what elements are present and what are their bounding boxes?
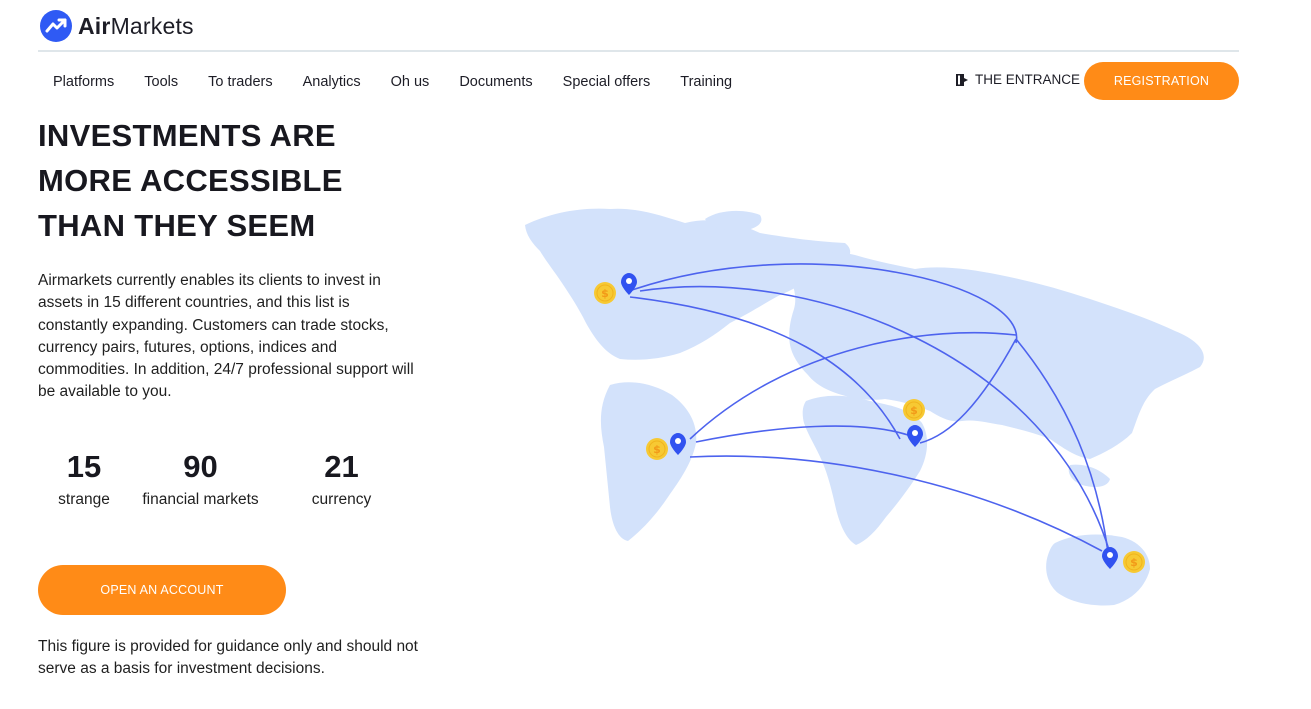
stat-currency: 21 currency: [271, 448, 412, 511]
nav-item-documents[interactable]: Documents: [459, 74, 532, 90]
svg-text:$: $: [910, 404, 918, 417]
stat-label: strange: [58, 491, 110, 508]
stat-label: currency: [311, 491, 372, 508]
door-enter-icon: [956, 73, 968, 86]
svg-text:$: $: [653, 443, 661, 456]
main-nav: Platforms Tools To traders Analytics Oh …: [38, 62, 762, 102]
hero-description: Airmarkets currently enables its clients…: [38, 272, 414, 401]
hero-title-line: INVESTMENTS ARE: [38, 118, 336, 153]
dollar-coin-icon: $: [903, 399, 925, 421]
stat-value: 21: [324, 449, 359, 484]
continent-south-america: [600, 382, 697, 541]
stat-value: 15: [66, 449, 102, 484]
svg-text:$: $: [1130, 556, 1138, 569]
svg-text:$: $: [601, 287, 609, 300]
open-account-button[interactable]: OPEN AN ACCOUNT: [38, 565, 286, 615]
stat-markets: 90 financial markets: [130, 448, 271, 511]
world-map-illustration: $ $ $ $: [525, 208, 1204, 606]
login-link[interactable]: THE ENTRANCE: [955, 72, 1080, 87]
site-header: AirMarkets: [38, 0, 1239, 52]
stat-value: 90: [183, 449, 218, 484]
trend-up-logo-icon: [40, 10, 72, 42]
nav-item-platforms[interactable]: Platforms: [53, 74, 114, 90]
nav-item-to-traders[interactable]: To traders: [208, 74, 272, 90]
login-label: THE ENTRANCE: [975, 72, 1081, 87]
dollar-coin-icon: $: [594, 282, 616, 304]
nav-item-analytics[interactable]: Analytics: [303, 74, 361, 90]
hero-title-line: MORE ACCESSIBLE: [38, 163, 343, 198]
stats-row: 15 strange 90 financial markets 21 curre…: [38, 448, 428, 511]
registration-button[interactable]: REGISTRATION: [1084, 62, 1239, 100]
stat-label: financial markets: [142, 491, 259, 508]
hero-title-line: THAN THEY SEEM: [38, 208, 316, 243]
dollar-coin-icon: $: [646, 438, 668, 460]
hero-title: INVESTMENTS ARE MORE ACCESSIBLE THAN THE…: [38, 113, 398, 248]
nav-item-special-offers[interactable]: Special offers: [563, 74, 651, 90]
nav-item-training[interactable]: Training: [680, 74, 732, 90]
dollar-coin-icon: $: [1123, 551, 1145, 573]
logo[interactable]: AirMarkets: [40, 10, 194, 42]
disclaimer-text: This figure is provided for guidance onl…: [38, 638, 418, 677]
stat-countries: 15 strange: [38, 448, 130, 511]
logo-text: AirMarkets: [78, 12, 194, 39]
nav-item-about-us[interactable]: Oh us: [391, 74, 430, 90]
nav-item-tools[interactable]: Tools: [144, 74, 178, 90]
